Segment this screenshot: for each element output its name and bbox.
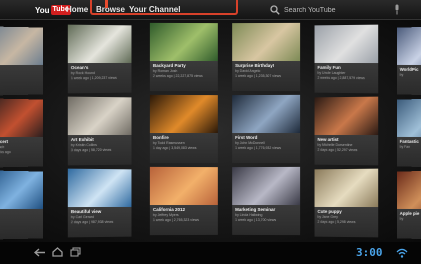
video-stats: 2 days ago | 5,298 views: [317, 219, 356, 225]
video-meta: New artist by Michelle Dorsentine 2 days a…: [314, 134, 379, 166]
video-thumbnail[interactable]: [0, 26, 44, 66]
video-thumbnail[interactable]: [0, 170, 44, 210]
video-meta: Marketing Seminar by Linda Hallwing 1 week…: [232, 204, 301, 236]
video-meta: [0, 208, 44, 240]
video-tile[interactable]: WorldPic by: [396, 26, 421, 96]
video-thumbnail[interactable]: [314, 96, 379, 136]
video-stats: 1 week ago | 1,209,237 views: [70, 75, 117, 81]
video-author: by Fan: [399, 144, 411, 149]
video-tile[interactable]: Apple pie by: [396, 170, 421, 240]
video-tile[interactable]: Ocean's by Rock Hound 1 week ago | 1,209,2…: [67, 24, 132, 94]
search-input[interactable]: [284, 4, 384, 16]
video-stats: 2 days ago | 987,938 views: [70, 219, 114, 225]
video-meta: Cute puppy by Jane Grey 2 days ago | 5,298…: [314, 206, 379, 238]
video-meta: Ocean's by Rock Hound 1 week ago | 1,209,2…: [67, 62, 132, 94]
clock[interactable]: 3:00: [356, 246, 383, 259]
video-thumbnail[interactable]: [314, 24, 379, 64]
video-tile[interactable]: New artist by Michelle Dorsentine 2 days a…: [314, 96, 379, 166]
tab-home[interactable]: Home: [66, 5, 88, 14]
video-meta: Concertby Finch3 weeks ago: [0, 136, 44, 168]
logo-you-text: You: [35, 5, 50, 15]
video-stats: 3 days ago | 58,720 views: [70, 147, 112, 153]
search-icon[interactable]: [270, 5, 280, 15]
video-thumbnail[interactable]: [67, 24, 132, 64]
video-tile[interactable]: Fantastic by Fan: [396, 98, 421, 168]
video-tile[interactable]: [0, 26, 44, 96]
highlight-marker: [105, 0, 108, 8]
video-tile[interactable]: Surprise Birthday! by David Angelo 1 week …: [232, 22, 301, 92]
video-stats: 3 weeks ago: [0, 150, 11, 155]
video-stats: 1 week ago | 13,700 views: [235, 217, 277, 223]
video-meta: Apple pie by: [396, 208, 421, 240]
video-meta: [0, 64, 44, 96]
video-author: by: [399, 72, 404, 77]
video-meta: Fantastic by Fan: [396, 136, 421, 168]
video-thumbnail[interactable]: [232, 94, 301, 134]
system-navigation-bar: 3:00: [0, 242, 421, 264]
video-tile[interactable]: Marketing Seminar by Linda Hallwing 1 week…: [232, 166, 301, 236]
tab-highlight-annotation: [90, 0, 238, 15]
recent-apps-icon[interactable]: [70, 247, 81, 257]
video-thumbnail[interactable]: [396, 98, 421, 138]
video-stats: 1 week ago | 1,235,307 views: [235, 73, 282, 79]
video-tile[interactable]: Cute puppy by Jane Grey 2 days ago | 5,298…: [314, 168, 379, 238]
back-icon[interactable]: [34, 248, 46, 257]
video-stats: 1 day ago | 3,549,083 views: [152, 145, 197, 151]
video-wall[interactable]: Ocean's by Rock Hound 1 week ago | 1,209,2…: [0, 20, 421, 242]
video-meta: Beautiful view by Carl Gerard 2 days ago |…: [67, 206, 132, 238]
video-thumbnail[interactable]: [67, 96, 132, 136]
video-thumbnail[interactable]: [232, 22, 301, 62]
video-tile[interactable]: Bonfire by Todd Rasmussen 1 day ago | 3,54…: [149, 94, 218, 164]
video-stats: 2 days ago | 52,297 views: [317, 147, 358, 153]
video-tile[interactable]: Backyard Party by Roman Josh 2 weeks ago |…: [149, 22, 218, 92]
video-meta: Surprise Birthday! by David Angelo 1 week …: [232, 60, 301, 92]
video-thumbnail[interactable]: [396, 26, 421, 66]
video-meta: Bonfire by Todd Rasmussen 1 day ago | 3,54…: [149, 132, 218, 164]
video-stats: 2 weeks ago | 2,887,579 views: [317, 75, 365, 81]
video-thumbnail[interactable]: [149, 22, 218, 62]
microphone-icon[interactable]: [394, 4, 400, 15]
video-tile[interactable]: California 2012 by Jeffrey Myers 1 week ag…: [149, 166, 218, 236]
video-thumbnail[interactable]: [67, 168, 132, 208]
home-icon[interactable]: [52, 247, 63, 257]
video-meta: First Word by John McDonnell 1 week ago | …: [232, 132, 301, 164]
video-tile[interactable]: First Word by John McDonnell 1 week ago | …: [232, 94, 301, 164]
video-meta: Backyard Party by Roman Josh 2 weeks ago |…: [149, 60, 218, 92]
video-tile[interactable]: Concertby Finch3 weeks ago: [0, 98, 44, 168]
video-thumbnail[interactable]: [232, 166, 301, 206]
video-stats: 1 week ago | 1,776,932 views: [235, 145, 282, 151]
video-tile[interactable]: Art Exhibit by Kristin Collins 3 days ago …: [67, 96, 132, 166]
video-meta: Family Fun by Uncle Laughter 2 weeks ago |…: [314, 62, 379, 94]
video-meta: Art Exhibit by Kristin Collins 3 days ago …: [67, 134, 132, 166]
video-tile[interactable]: Beautiful view by Carl Gerard 2 days ago |…: [67, 168, 132, 238]
video-tile[interactable]: Family Fun by Uncle Laughter 2 weeks ago |…: [314, 24, 379, 94]
video-tile[interactable]: [0, 170, 44, 240]
wifi-icon: [396, 248, 408, 258]
video-thumbnail[interactable]: [0, 98, 44, 138]
video-meta: WorldPic by: [396, 64, 421, 96]
video-thumbnail[interactable]: [396, 170, 421, 210]
video-author: by: [399, 216, 404, 221]
video-thumbnail[interactable]: [149, 166, 218, 206]
video-stats: 2 weeks ago | 22,227,875 views: [152, 73, 203, 79]
video-meta: California 2012 by Jeffrey Myers 1 week ag…: [149, 204, 218, 236]
video-stats: 1 week ago | 2,765,323 views: [152, 217, 200, 223]
video-thumbnail[interactable]: [149, 94, 218, 134]
video-thumbnail[interactable]: [314, 168, 379, 208]
tablet-screen: You Tube Home Browse Your Channel Ocean'…: [0, 0, 421, 264]
